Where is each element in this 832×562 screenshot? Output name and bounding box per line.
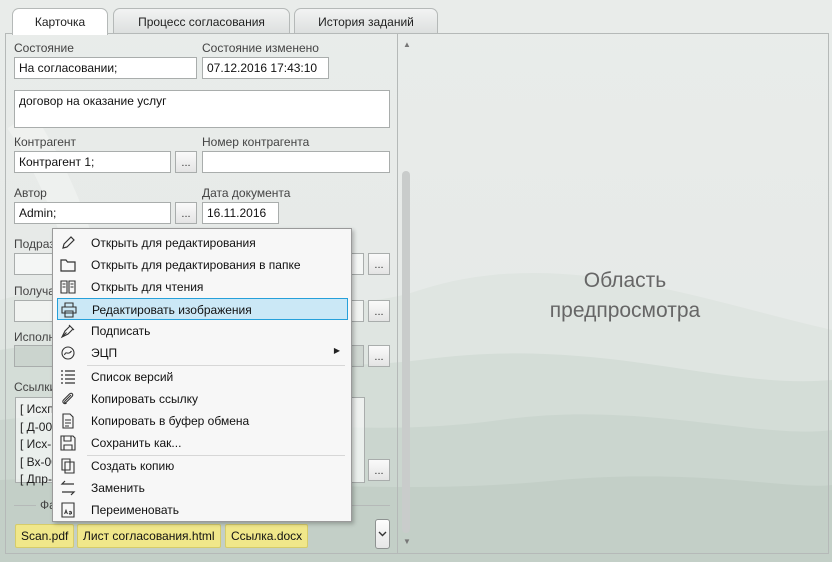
menu-item-edit-images[interactable]: Редактировать изображения [57,298,348,320]
menu-item-open-read[interactable]: Открыть для чтения [57,276,348,298]
tab-card[interactable]: Карточка [12,8,108,35]
list-icon [61,370,75,384]
menu-item-create-copy[interactable]: Создать копию [57,455,348,477]
department-label: Подраз [14,237,55,251]
department-select-button[interactable]: ... [368,253,390,275]
pen-nib-icon [60,324,75,339]
counterparty-number-field[interactable] [202,151,390,173]
menu-item-digital-signature[interactable]: ЭЦП ▶ [57,342,348,364]
state-changed-field[interactable]: 07.12.2016 17:43:10 [202,57,329,79]
menu-item-version-list[interactable]: Список версий [57,366,348,388]
document-date-label: Дата документа [202,186,291,200]
menu-item-save-as[interactable]: Сохранить как... [57,432,348,454]
scrollbar-thumb[interactable] [402,171,410,533]
recipient-select-button[interactable]: ... [368,300,390,322]
book-icon [60,280,76,294]
description-field[interactable]: договор на оказание услуг [14,90,390,128]
state-label: Состояние [14,41,74,55]
document-date-field[interactable]: 16.11.2016 [202,202,279,224]
copy-icon [61,458,75,474]
recipient-label: Получа [14,284,55,298]
author-select-button[interactable]: ... [175,202,197,224]
state-field[interactable]: На согласовании; [14,57,197,79]
pencil-icon [62,236,75,249]
scroll-down-arrow[interactable]: ▼ [402,537,412,547]
printer-icon [61,302,77,318]
paperclip-icon [62,392,74,405]
executor-select-button[interactable]: ... [368,345,390,367]
files-separator-left [14,505,36,506]
preview-placeholder: Область предпросмотра [549,269,701,322]
submenu-arrow-icon: ▶ [333,346,340,355]
counterparty-number-label: Номер контрагента [202,135,310,149]
chevron-down-icon [378,531,387,537]
counterparty-field[interactable]: Контрагент 1; [14,151,171,173]
document-icon [62,413,74,429]
menu-item-copy-clipboard[interactable]: Копировать в буфер обмена [57,410,348,432]
counterparty-label: Контрагент [14,135,77,149]
menu-item-open-edit-folder[interactable]: Открыть для редактирования в папке [57,254,348,276]
state-changed-label: Состояние изменено [202,41,319,55]
tab-approval-process[interactable]: Процесс согласования [113,8,290,34]
signature-icon [61,346,75,360]
author-field[interactable]: Admin; [14,202,171,224]
files-separator-right [352,505,390,506]
menu-item-open-edit[interactable]: Открыть для редактирования [57,232,348,254]
save-icon [60,435,76,451]
context-menu: Открыть для редактирования Открыть для р… [52,228,352,522]
menu-item-rename[interactable]: Переименовать [57,499,348,521]
folder-icon [60,259,76,272]
tab-task-history[interactable]: История заданий [294,8,438,34]
menu-item-sign[interactable]: Подписать [57,320,348,342]
rename-icon [61,502,75,518]
swap-arrows-icon [60,480,76,496]
links-select-button[interactable]: ... [368,459,390,481]
file-chip-link[interactable]: Ссылка.docx [225,524,309,548]
links-label: Ссылки [14,380,57,394]
counterparty-select-button[interactable]: ... [175,151,197,173]
menu-item-copy-link[interactable]: Копировать ссылку [57,388,348,410]
file-chip-scan[interactable]: Scan.pdf [15,524,75,548]
menu-item-replace[interactable]: Заменить [57,477,348,499]
file-chip-approval-sheet[interactable]: Лист согласования.html [77,524,221,548]
files-expand-button[interactable] [375,519,390,549]
scroll-up-arrow[interactable]: ▲ [402,40,412,50]
executor-label: Исполн [14,330,56,344]
author-label: Автор [14,186,47,200]
